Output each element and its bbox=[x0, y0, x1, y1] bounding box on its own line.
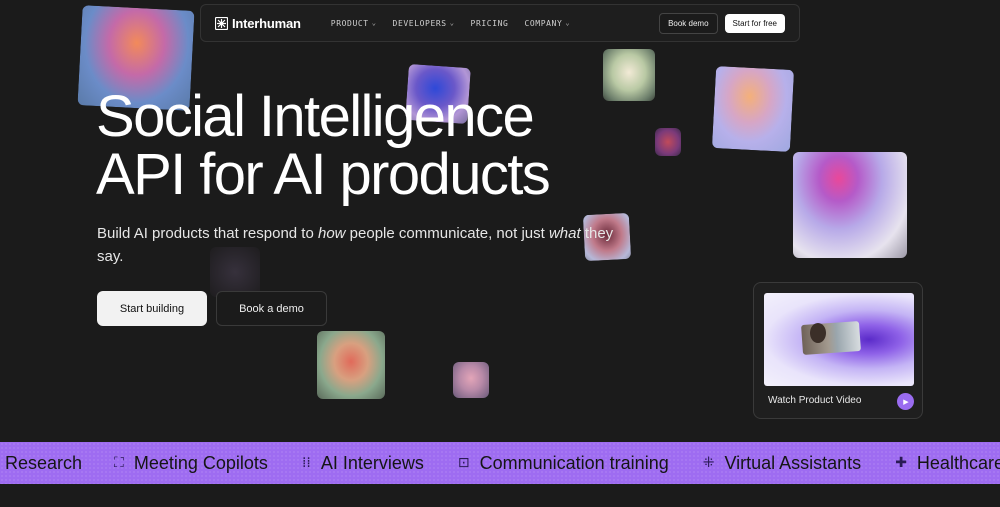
band-item-label: Communication training bbox=[479, 452, 669, 473]
subtitle-emphasis: how bbox=[317, 225, 346, 242]
band-item-label: Research bbox=[5, 452, 83, 473]
top-navigation: Interhuman PRODUCT ⌄ DEVELOPERS ⌄ PRICIN… bbox=[200, 4, 800, 42]
band-item-healthcare: ✚ Healthcare bbox=[895, 453, 1000, 474]
video-thumbnail-person bbox=[810, 323, 826, 343]
band-item-virtual-assistants: ⁜ Virtual Assistants bbox=[703, 453, 861, 474]
band-item-label: Virtual Assistants bbox=[724, 452, 862, 473]
band-item-label: Meeting Copilots bbox=[133, 452, 268, 473]
video-label: Watch Product Video bbox=[768, 395, 862, 406]
logo[interactable]: Interhuman bbox=[215, 16, 301, 31]
hero-subtitle: Build AI products that respond to how pe… bbox=[97, 222, 617, 268]
portrait-tile bbox=[603, 49, 655, 101]
chevron-down-icon: ⌄ bbox=[449, 19, 455, 27]
portrait-tile bbox=[793, 152, 907, 258]
ai-interviews-icon: ⁞⁞ bbox=[301, 455, 311, 471]
band-item-meeting-copilots: ⛶ Meeting Copilots bbox=[114, 453, 268, 474]
headline-line-1: Social Intelligence bbox=[96, 84, 535, 149]
menu-item-pricing[interactable]: PRICING bbox=[471, 19, 509, 28]
communication-training-icon: ⊡ bbox=[457, 455, 470, 471]
portrait-tile bbox=[711, 66, 795, 152]
subtitle-text: Build AI products that respond to bbox=[97, 225, 318, 242]
menu-item-label: PRODUCT bbox=[330, 18, 369, 28]
subtitle-text: people communicate, not just bbox=[345, 225, 549, 242]
headline-line-2: API for AI products bbox=[96, 142, 551, 207]
product-video-card[interactable]: Watch Product Video ▶ bbox=[753, 282, 923, 419]
start-for-free-button[interactable]: Start for free bbox=[724, 13, 785, 33]
start-building-button[interactable]: Start building bbox=[97, 291, 207, 326]
menu-item-product[interactable]: PRODUCT ⌄ bbox=[331, 19, 377, 28]
book-demo-button[interactable]: Book demo bbox=[659, 12, 718, 34]
menu-item-label: COMPANY bbox=[524, 18, 563, 28]
band-item-label: Healthcare bbox=[916, 452, 1000, 473]
menu-item-label: DEVELOPERS bbox=[392, 18, 447, 28]
virtual-assistants-icon: ⁜ bbox=[702, 455, 715, 471]
video-thumbnail-window bbox=[801, 321, 861, 355]
portrait-tile bbox=[453, 362, 489, 398]
chevron-down-icon: ⌄ bbox=[371, 19, 377, 27]
band-item-label: AI Interviews bbox=[320, 452, 424, 473]
healthcare-icon: ✚ bbox=[895, 455, 907, 471]
play-icon[interactable]: ▶ bbox=[897, 393, 914, 410]
book-a-demo-button[interactable]: Book a demo bbox=[216, 291, 327, 326]
band-item-ai-interviews: ⁞⁞ AI Interviews bbox=[302, 453, 424, 474]
meeting-copilots-icon: ⛶ bbox=[114, 455, 124, 471]
main-menu: PRODUCT ⌄ DEVELOPERS ⌄ PRICING COMPANY ⌄ bbox=[331, 19, 659, 28]
menu-item-developers[interactable]: DEVELOPERS ⌄ bbox=[393, 19, 455, 28]
chevron-down-icon: ⌄ bbox=[565, 19, 571, 27]
subtitle-emphasis: what bbox=[548, 225, 581, 242]
band-item-communication-training: ⊡ Communication training bbox=[458, 453, 669, 474]
logo-icon bbox=[215, 16, 228, 30]
portrait-tile bbox=[317, 331, 385, 399]
logo-text: Interhuman bbox=[232, 15, 301, 31]
menu-item-company[interactable]: COMPANY ⌄ bbox=[524, 19, 570, 28]
video-thumbnail[interactable] bbox=[764, 293, 914, 386]
use-case-band: Research ⛶ Meeting Copilots ⁞⁞ AI Interv… bbox=[0, 442, 1000, 484]
portrait-tile bbox=[655, 128, 681, 156]
hero-headline: Social Intelligence API for AI products bbox=[96, 88, 551, 207]
band-item-research: Research bbox=[5, 453, 82, 474]
menu-item-label: PRICING bbox=[470, 18, 509, 28]
